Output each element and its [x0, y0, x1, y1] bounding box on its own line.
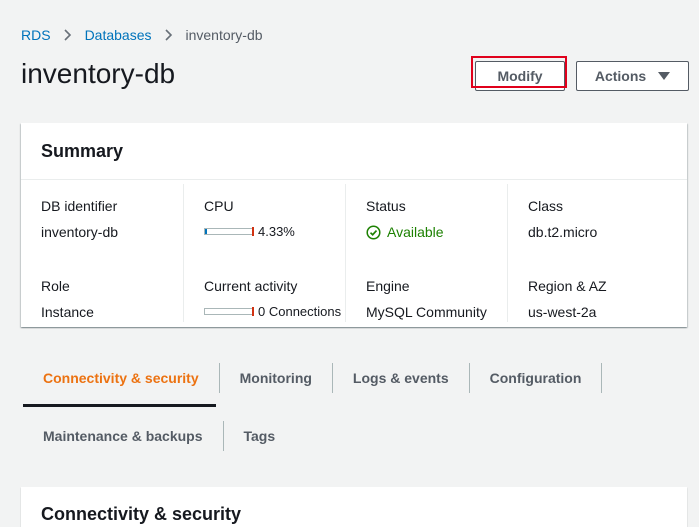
summary-header: Summary	[21, 123, 687, 180]
field-label: Role	[41, 278, 70, 294]
actions-label: Actions	[594, 68, 647, 84]
summary-column-4: Class db.t2.micro Region & AZ us-west-2a	[507, 184, 669, 322]
field-value: db.t2.micro	[528, 224, 598, 240]
field-value: Instance	[41, 304, 94, 320]
caret-down-icon	[658, 72, 671, 80]
field-value: us-west-2a	[528, 304, 597, 320]
cpu-progress-bar	[204, 227, 254, 236]
summary-column-2: CPU 4.33% Current activity 0 Connections	[183, 184, 345, 322]
field-value-wrap: 4.33%	[204, 224, 345, 239]
summary-column-1: DB identifier inventory-db Role Instance	[21, 184, 183, 322]
breadcrumb-current: inventory-db	[185, 27, 263, 43]
summary-card: Summary DB identifier inventory-db Role …	[21, 123, 687, 327]
summary-grid: DB identifier inventory-db Role Instance…	[21, 184, 687, 322]
status-value-wrap: Available	[366, 224, 507, 240]
breadcrumb: RDS Databases inventory-db	[21, 27, 263, 43]
tab-tags[interactable]: Tags	[222, 421, 296, 451]
breadcrumb-databases[interactable]: Databases	[85, 27, 152, 43]
tab-row-1: Connectivity & security Monitoring Logs …	[23, 350, 683, 406]
field-db-identifier: DB identifier inventory-db	[41, 198, 183, 264]
connections-progress-bar	[204, 307, 254, 316]
field-label: Class	[528, 198, 564, 214]
field-label: CPU	[204, 198, 234, 214]
field-label: Current activity	[204, 278, 298, 294]
cpu-progress-fill	[205, 229, 208, 234]
tab-configuration[interactable]: Configuration	[468, 363, 603, 393]
chevron-right-icon	[63, 29, 72, 41]
tab-connectivity-security[interactable]: Connectivity & security	[23, 363, 219, 393]
field-engine: Engine MySQL Community	[366, 278, 507, 344]
field-value: inventory-db	[41, 224, 119, 240]
field-label: Status	[366, 198, 406, 214]
field-cpu: CPU 4.33%	[204, 198, 345, 264]
summary-title: Summary	[41, 140, 124, 161]
field-value-wrap: 0 Connections	[204, 304, 345, 319]
field-role: Role Instance	[41, 278, 183, 344]
breadcrumb-rds[interactable]: RDS	[21, 27, 51, 43]
status-value: Available	[387, 224, 444, 240]
field-current-activity: Current activity 0 Connections	[204, 278, 345, 344]
chevron-right-icon	[164, 29, 173, 41]
check-circle-icon	[366, 224, 381, 240]
active-tab-indicator	[23, 404, 216, 407]
field-status: Status Available	[366, 198, 507, 264]
field-label: Engine	[366, 278, 410, 294]
tab-bar: Connectivity & security Monitoring Logs …	[23, 350, 683, 466]
progress-end-marker	[252, 307, 254, 316]
connections-value: 0 Connections	[258, 304, 342, 319]
connectivity-title: Connectivity & security	[41, 504, 242, 524]
summary-column-3: Status Available Engine MySQL Community	[345, 184, 507, 322]
tab-monitoring[interactable]: Monitoring	[218, 363, 332, 393]
progress-end-marker	[252, 227, 254, 236]
connectivity-card: Connectivity & security	[21, 487, 687, 527]
field-region: Region & AZ us-west-2a	[528, 278, 669, 344]
cpu-value: 4.33%	[258, 224, 295, 239]
field-label: DB identifier	[41, 198, 118, 214]
tab-logs-events[interactable]: Logs & events	[331, 363, 469, 393]
field-class: Class db.t2.micro	[528, 198, 669, 264]
actions-button[interactable]: Actions	[576, 61, 689, 91]
tab-maintenance-backups[interactable]: Maintenance & backups	[23, 421, 223, 451]
field-value: MySQL Community	[366, 304, 487, 320]
field-label: Region & AZ	[528, 278, 607, 294]
tab-row-2: Maintenance & backups Tags	[23, 406, 683, 466]
page-title: inventory-db	[21, 58, 176, 89]
modify-button[interactable]: Modify	[475, 61, 565, 91]
